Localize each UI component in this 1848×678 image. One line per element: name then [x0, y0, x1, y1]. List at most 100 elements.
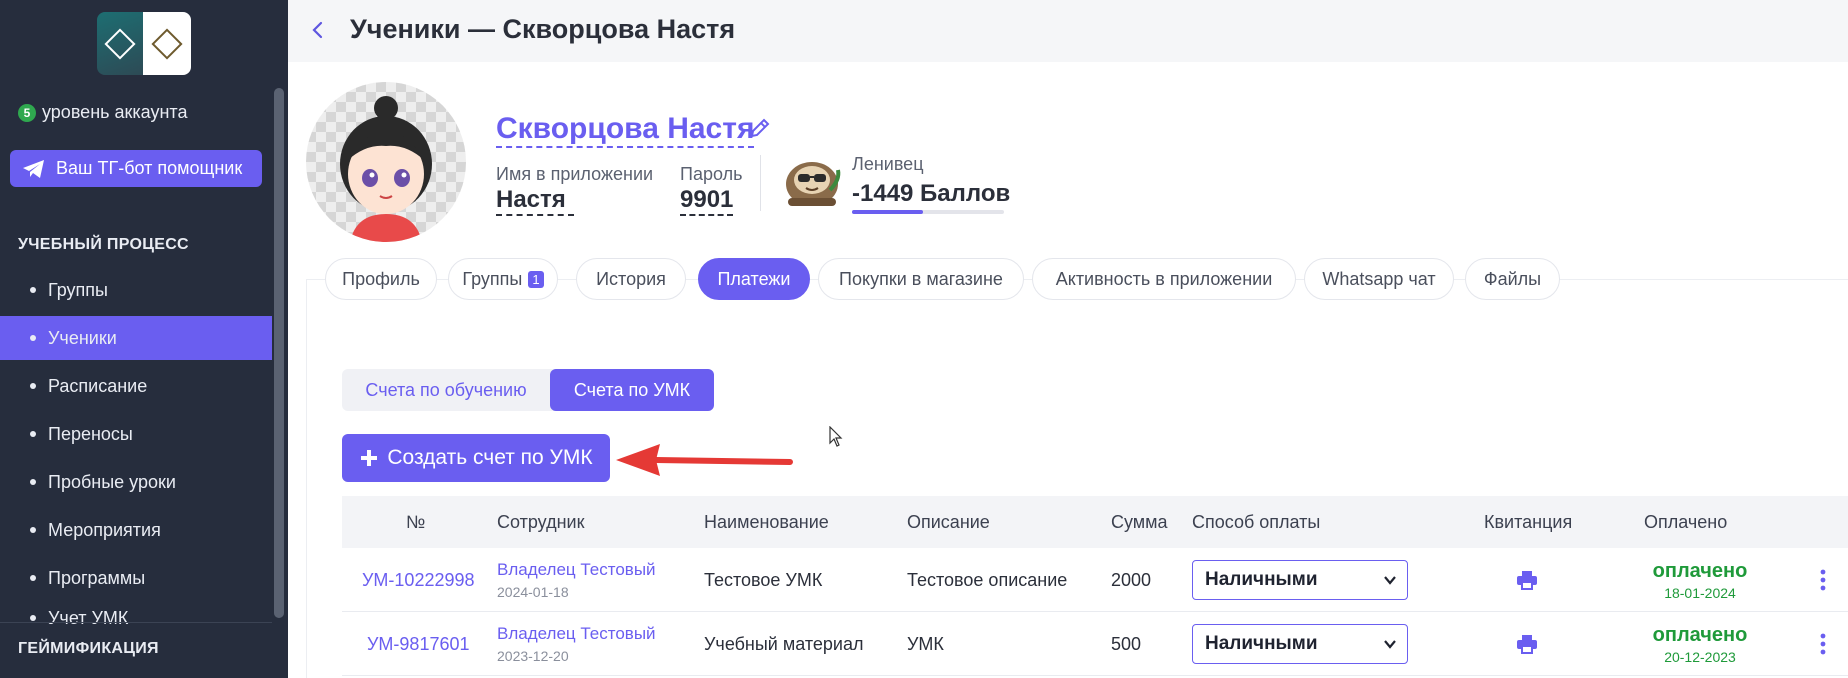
tab-label: История [596, 268, 666, 289]
account-level-label: уровень аккаунта [42, 102, 188, 122]
chevron-down-icon [1384, 576, 1396, 585]
app-name-label: Имя в приложении [496, 164, 654, 184]
sloth-rank-icon [786, 162, 841, 206]
col-title: Наименование [704, 511, 829, 532]
receipt-cell [1516, 612, 1538, 676]
tab-label: Покупки в магазине [839, 268, 1003, 289]
item-description: Тестовое описание [907, 569, 1068, 590]
student-name[interactable]: Скворцова Настя [496, 112, 755, 148]
payment-method-value: Наличными [1205, 569, 1318, 590]
tab-label: Файлы [1483, 268, 1542, 289]
bullet-icon [30, 335, 36, 341]
logo-mark-alt-icon [151, 27, 183, 60]
row-menu[interactable] [1820, 548, 1826, 612]
tab-count-badge: 1 [528, 270, 544, 288]
tg-bot-button-label: Ваш ТГ-бот помощник [56, 158, 243, 178]
bullet-icon [30, 431, 36, 437]
receipt-cell [1516, 548, 1538, 612]
sidebar-item-programs[interactable]: Программы [0, 556, 272, 600]
tg-bot-button[interactable]: Ваш ТГ-бот помощник [10, 150, 262, 187]
payment-method-select[interactable]: Наличными [1192, 560, 1408, 600]
chevron-left-icon[interactable] [306, 18, 330, 42]
sidebar-item-students[interactable]: Ученики [0, 316, 272, 360]
password-label: Пароль [680, 164, 743, 184]
col-employee: Сотрудник [497, 511, 585, 532]
subtab-tuition-invoices[interactable]: Счета по обучению [342, 369, 550, 411]
invoice-number-link[interactable]: УМ-9817601 [367, 612, 470, 676]
points-progress-bar [852, 210, 1004, 214]
tab-app-activity[interactable]: Активность в приложении [1032, 258, 1296, 300]
bullet-icon [30, 479, 36, 485]
create-umk-invoice-button[interactable]: Создать счет по УМК [342, 434, 610, 482]
points-value: -1449 Баллов [852, 180, 1011, 207]
sidebar-divider [0, 622, 272, 623]
tab-shop-purchases[interactable]: Покупки в магазине [818, 258, 1024, 300]
payment-method-select[interactable]: Наличными [1192, 624, 1408, 664]
page-header: Ученики — Скворцова Настя [288, 0, 1848, 62]
employee-link[interactable]: Владелец Тестовый [497, 624, 656, 644]
account-level[interactable]: 5 уровень аккаунта [18, 102, 187, 123]
create-button-label: Создать счет по УМК [387, 446, 593, 469]
sidebar-item-transfers[interactable]: Переносы [0, 412, 272, 456]
payment-method-value: Наличными [1205, 633, 1318, 654]
password-value[interactable]: 9901 [680, 186, 734, 216]
tab-profile[interactable]: Профиль [325, 258, 437, 300]
item-description: УМК [907, 633, 944, 654]
tab-label: Активность в приложении [1055, 268, 1273, 289]
tab-payments[interactable]: Платежи [698, 258, 810, 300]
tab-groups[interactable]: Группы 1 [448, 258, 558, 300]
row-menu[interactable] [1820, 612, 1826, 676]
sidebar-item-label: Программы [48, 567, 146, 588]
telegram-icon [23, 159, 44, 178]
chevron-down-icon [1384, 640, 1396, 649]
table-row: УМ-9817601 Владелец Тестовый 2023-12-20 … [342, 612, 1848, 676]
sidebar-item-schedule[interactable]: Расписание [0, 364, 272, 408]
invoice-date: 2023-12-20 [497, 648, 569, 664]
sidebar-item-umk[interactable]: Учет УМК [0, 596, 272, 640]
tab-files[interactable]: Файлы [1465, 258, 1560, 300]
tab-label: Whatsapp чат [1322, 268, 1436, 289]
printer-icon[interactable] [1516, 634, 1538, 654]
sidebar-item-groups[interactable]: Группы [0, 268, 272, 312]
content-border [306, 279, 307, 678]
bullet-icon [30, 527, 36, 533]
sidebar-scrollbar[interactable] [274, 88, 284, 618]
sidebar-item-label: Пробные уроки [48, 471, 176, 492]
employee-cell: Владелец Тестовый 2024-01-18 [497, 548, 656, 612]
item-sum: 500 [1111, 633, 1142, 654]
section-gamification: ГЕЙМИФИКАЦИЯ [18, 640, 159, 657]
points-progress-fill [852, 210, 924, 214]
app-name-value[interactable]: Настя [496, 186, 574, 216]
sidebar-item-trial-lessons[interactable]: Пробные уроки [0, 460, 272, 504]
tab-whatsapp-chat[interactable]: Whatsapp чат [1304, 258, 1454, 300]
invoice-date: 2024-01-18 [497, 584, 569, 600]
tab-label: Профиль [342, 268, 420, 289]
employee-link[interactable]: Владелец Тестовый [497, 560, 656, 580]
company-logo[interactable] [97, 12, 191, 75]
col-description: Описание [907, 511, 990, 532]
printer-icon[interactable] [1516, 570, 1538, 590]
item-title: Тестовое УМК [704, 569, 823, 590]
mouse-cursor-icon [829, 426, 843, 447]
col-paid: Оплачено [1644, 511, 1728, 532]
sidebar-item-label: Расписание [48, 375, 148, 396]
sidebar-item-label: Ученики [48, 327, 117, 348]
tab-history[interactable]: История [576, 258, 686, 300]
col-receipt: Квитанция [1484, 511, 1573, 532]
sidebar-item-label: Учет УМК [48, 607, 129, 628]
bullet-icon [30, 575, 36, 581]
paid-date: 20-12-2023 [1664, 648, 1736, 665]
plus-icon [361, 450, 378, 466]
bullet-icon [30, 615, 36, 621]
subtab-umk-invoices[interactable]: Счета по УМК [550, 369, 714, 411]
profile-separator [760, 155, 761, 211]
bullet-icon [30, 287, 36, 293]
annotation-arrow-icon [616, 444, 793, 476]
invoice-number-link[interactable]: УМ-10222998 [362, 548, 475, 612]
student-avatar [306, 82, 466, 242]
col-number: № [406, 511, 426, 532]
sidebar-item-label: Мероприятия [48, 519, 161, 540]
pencil-icon[interactable] [748, 116, 772, 140]
student-avatar-image [340, 96, 432, 242]
sidebar-item-events[interactable]: Мероприятия [0, 508, 272, 552]
